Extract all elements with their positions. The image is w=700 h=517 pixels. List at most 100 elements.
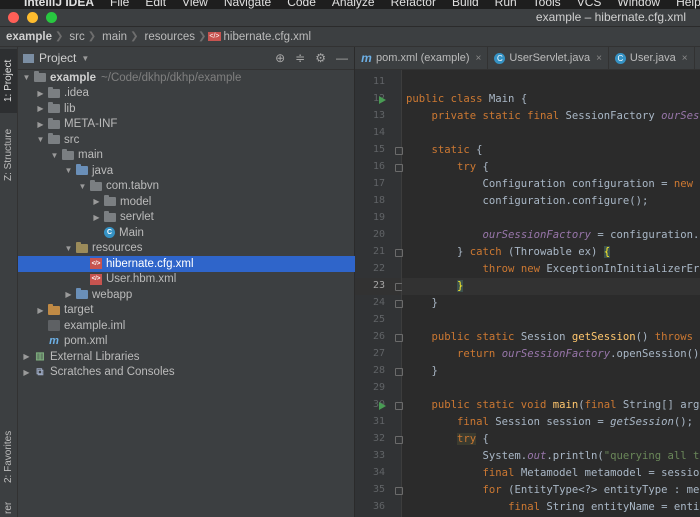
editor-tab[interactable]: C UserServlet.java × [488,47,609,69]
tree-item-label: java [92,164,114,177]
menu-navigate[interactable]: Navigate [216,0,279,9]
line-number: 34 [372,467,385,478]
zoom-window-button[interactable] [46,12,57,23]
minimize-window-button[interactable] [27,12,38,23]
expand-down-icon[interactable]: ▼ [77,182,88,191]
breadcrumb-item[interactable]: hibernate.cfg.xml [224,31,312,43]
menu-vcs[interactable]: VCS [569,0,610,9]
gear-icon[interactable]: ⚙ [315,51,326,65]
locate-file-icon[interactable]: ⊕ [275,51,285,65]
expand-right-icon[interactable]: ▶ [21,352,32,361]
tree-item[interactable]: ▶ lib [18,101,371,117]
expand-down-icon[interactable]: ▼ [21,73,32,82]
menu-tools[interactable]: Tools [525,0,569,9]
tree-item-label: example.iml [64,319,126,332]
editor-tab[interactable]: </>hibe [695,47,700,69]
explorer-tool-tab[interactable]: rer [0,499,17,517]
code-line: static { [431,144,483,156]
breadcrumb-item[interactable]: resources [138,31,198,43]
expand-down-icon[interactable]: ▼ [63,244,74,253]
menu-view[interactable]: View [174,0,216,9]
menu-edit[interactable]: Edit [137,0,174,9]
line-number: 15 [372,144,385,155]
project-panel-header: Project ▼ ⊕ ≑ ⚙ — [18,47,354,70]
code-line: } catch (Throwable ex) { [406,246,611,258]
expand-right-icon[interactable]: ▶ [35,104,46,113]
editor-tab[interactable]: m pom.xml (example) × [355,47,489,69]
expand-down-icon[interactable]: ▼ [63,166,74,175]
apple-menu-icon[interactable] [0,0,16,9]
favorites-tool-tab[interactable]: 2: Favorites [0,419,17,494]
tree-item[interactable]: ▶ .idea [18,86,371,102]
structure-tool-tab[interactable]: Z: Structure [0,117,17,192]
tree-item[interactable]: ▼ src [18,132,371,148]
tree-item[interactable]: ▶ META-INF [18,117,371,133]
project-view-selector[interactable]: Project ▼ [23,51,89,65]
menu-run[interactable]: Run [487,0,525,9]
tree-item[interactable]: ▶ ▥ External Libraries [18,349,357,365]
close-tab-icon[interactable]: × [682,53,688,64]
tree-item[interactable]: ▼ com.tabvn [18,179,413,195]
close-tab-icon[interactable]: × [596,53,602,64]
tree-item-label: model [120,195,152,208]
menu-file[interactable]: File [102,0,137,9]
expand-down-icon[interactable]: ▼ [35,135,46,144]
expand-right-icon[interactable]: ▶ [91,197,102,206]
code-line: public static Session getSession() throw… [431,331,700,343]
expand-right-icon[interactable]: ▶ [63,290,74,299]
iml-file-icon [48,320,60,332]
expand-right-icon[interactable]: ▶ [91,213,102,222]
run-icon[interactable] [379,96,386,104]
tree-item[interactable]: ▼ resources [18,241,399,257]
project-folder-icon [23,53,34,63]
java-class-icon: C [104,227,115,239]
expand-right-icon[interactable]: ▶ [21,368,32,377]
tree-item[interactable]: ▶ ⧉ Scratches and Consoles [18,365,357,381]
tree-item[interactable]: ▼ java [18,163,399,179]
tree-item-label: Main [119,226,144,239]
code-view[interactable]: public class Main { private static final… [402,70,700,517]
breadcrumb-item[interactable]: src [63,31,87,43]
line-number: 35 [372,484,385,495]
code-line: final Metamodel metamodel = session.g [482,467,700,479]
close-tab-icon[interactable]: × [476,53,482,64]
menu-code[interactable]: Code [279,0,324,9]
tree-item-label: servlet [120,211,154,224]
hide-panel-icon[interactable]: — [336,51,348,65]
editor-tab[interactable]: C User.java × [609,47,695,69]
line-number: 33 [372,450,385,461]
tree-item[interactable]: ▼ main [18,148,385,164]
tree-item[interactable]: ▼ example ~/Code/dkhp/dkhp/example [18,70,357,86]
tree-item[interactable]: m pom.xml [18,334,371,350]
target-folder-icon [48,303,60,315]
expand-down-icon[interactable]: ▼ [49,151,60,160]
collapse-all-icon[interactable]: ≑ [295,51,305,65]
menu-window[interactable]: Window [609,0,668,9]
tree-item[interactable]: ▶ webapp [18,287,399,303]
tree-item[interactable]: </> hibernate.cfg.xml [18,256,413,272]
breadcrumb-item[interactable]: example [0,31,55,43]
tree-item-label: resources [92,242,143,255]
folder-icon [48,102,60,114]
close-window-button[interactable] [8,12,19,23]
project-panel-title: Project [39,51,77,65]
menu-build[interactable]: Build [444,0,487,9]
code-line: } [457,280,464,292]
run-icon[interactable] [379,402,386,410]
tree-item[interactable]: ▶ target [18,303,371,319]
xml-file-icon: </> [90,258,102,270]
project-tool-tab[interactable]: 1: Project [0,49,17,113]
java-class-icon: C [614,52,626,64]
tree-item[interactable]: example.iml [18,318,371,334]
breadcrumb-item[interactable]: main [96,31,130,43]
menu-analyze[interactable]: Analyze [324,0,383,9]
app-menu[interactable]: IntelliJ IDEA [16,0,102,9]
tree-item-label: User.hbm.xml [106,273,177,286]
expand-right-icon[interactable]: ▶ [35,89,46,98]
expand-right-icon[interactable]: ▶ [35,306,46,315]
editor-tab-label: User.java [629,52,676,64]
tree-item[interactable]: </> User.hbm.xml [18,272,413,288]
menu-help[interactable]: Help [668,0,700,9]
menu-refactor[interactable]: Refactor [383,0,444,9]
expand-right-icon[interactable]: ▶ [35,120,46,129]
